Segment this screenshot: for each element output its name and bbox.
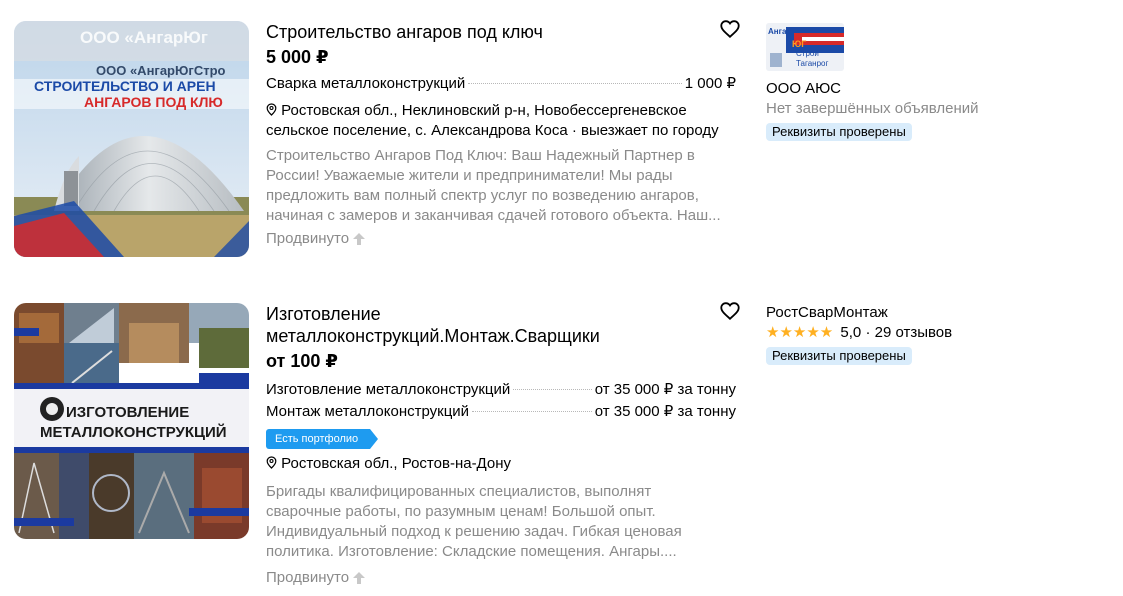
verified-badge: Реквизиты проверены xyxy=(766,347,912,365)
image-banner-2: АНГАРОВ ПОД КЛЮ xyxy=(84,94,223,110)
heart-icon xyxy=(720,302,740,321)
dotted-leader xyxy=(472,411,592,412)
logo-text-3: Строй xyxy=(796,49,819,58)
hangar-photo: ООО «АнгарЮг ООО «АнгарЮгСтро СТРОИТЕЛЬС… xyxy=(14,21,249,257)
service-price: 1 000 ₽ xyxy=(684,75,736,92)
service-row: Сварка металлоконструкций 1 000 ₽ xyxy=(266,73,736,95)
service-row: Изготовление металлоконструкций от 35 00… xyxy=(266,379,736,401)
promoted-text: Продвинуто xyxy=(266,569,350,586)
image-banner-1: ИЗГОТОВЛЕНИЕ xyxy=(66,404,189,421)
promoted-text: Продвинуто xyxy=(266,230,350,247)
listing-title[interactable]: Строительство ангаров под ключ xyxy=(266,21,736,43)
listing-body: Строительство ангаров под ключ 5 000 ₽ С… xyxy=(266,21,736,247)
listing-title[interactable]: Изготовление металлоконструкций.Монтаж.С… xyxy=(266,303,646,347)
service-name: Изготовление металлоконструкций xyxy=(266,381,511,398)
dotted-leader xyxy=(513,389,592,390)
favorite-button[interactable] xyxy=(719,18,741,40)
image-text-top: ООО «АнгарЮг xyxy=(80,28,208,47)
service-price: от 35 000 ₽ за тонну xyxy=(594,381,736,398)
service-name: Монтаж металлоконструкций xyxy=(266,403,470,420)
dotted-leader xyxy=(468,83,682,84)
seller-logo-image: Ангар ЮГ Строй Таганрог xyxy=(766,23,844,71)
seller-subtitle: Нет завершённых объявлений xyxy=(766,100,979,117)
listing-image[interactable]: ООО «АнгарЮг ООО «АнгарЮгСтро СТРОИТЕЛЬС… xyxy=(14,21,249,257)
location-pin-icon xyxy=(266,456,277,469)
logo-text-4: Таганрог xyxy=(796,59,828,68)
image-banner-2: МЕТАЛЛОКОНСТРУКЦИЙ xyxy=(40,423,227,441)
promoted-arrow-icon xyxy=(353,232,366,245)
location-text: Ростовская обл., Неклиновский р-н, Новоб… xyxy=(266,102,719,139)
logo-text-2: ЮГ xyxy=(792,39,806,49)
image-banner-1: СТРОИТЕЛЬСТВО И АРЕН xyxy=(34,78,216,94)
promoted-label: Продвинуто xyxy=(266,569,736,586)
verified-badge: Реквизиты проверены xyxy=(766,123,912,141)
listing-description: Бригады квалифицированных специалистов, … xyxy=(266,483,682,560)
listing-price: 5 000 ₽ xyxy=(266,47,329,67)
seller-rating[interactable]: ★★★★★ 5,0 · 29 отзывов xyxy=(766,323,1106,343)
location-text: Ростовская обл., Ростов-на-Дону xyxy=(281,455,512,472)
logo-text-1: Ангар xyxy=(768,27,791,36)
badge-wrap: Реквизиты проверены xyxy=(766,123,1106,141)
listing-location: Ростовская обл., Неклиновский р-н, Новоб… xyxy=(266,101,736,141)
metal-structures-collage: ИЗГОТОВЛЕНИЕ МЕТАЛЛОКОНСТРУКЦИЙ xyxy=(14,303,249,539)
service-name: Сварка металлоконструкций xyxy=(266,75,466,92)
service-row: Монтаж металлоконструкций от 35 000 ₽ за… xyxy=(266,401,736,423)
portfolio-wrap: Есть портфолио xyxy=(266,429,736,449)
seller-info: РостСварМонтаж ★★★★★ 5,0 · 29 отзывов Ре… xyxy=(766,303,1106,365)
promoted-arrow-icon xyxy=(353,571,366,584)
seller-logo[interactable]: Ангар ЮГ Строй Таганрог xyxy=(766,23,844,71)
listing-price: от 100 ₽ xyxy=(266,351,338,371)
location-pin-icon xyxy=(266,103,277,116)
seller-info: Ангар ЮГ Строй Таганрог ООО АЮС Нет заве… xyxy=(766,23,1106,141)
listing-body: Изготовление металлоконструкций.Монтаж.С… xyxy=(266,303,736,586)
seller-name[interactable]: ООО АЮС xyxy=(766,79,1106,99)
portfolio-badge[interactable]: Есть портфолио xyxy=(266,429,379,449)
image-text-sub: ООО «АнгарЮгСтро xyxy=(96,63,226,78)
service-price: от 35 000 ₽ за тонну xyxy=(594,403,736,420)
heart-icon xyxy=(720,20,740,39)
listing-location: Ростовская обл., Ростов-на-Дону xyxy=(266,454,736,474)
listing-image[interactable]: ИЗГОТОВЛЕНИЕ МЕТАЛЛОКОНСТРУКЦИЙ xyxy=(14,303,249,539)
star-icon: ★★★★★ xyxy=(766,324,834,341)
badge-wrap: Реквизиты проверены xyxy=(766,347,1106,365)
seller-name[interactable]: РостСварМонтаж xyxy=(766,303,1106,323)
listing-description: Строительство Ангаров Под Ключ: Ваш Наде… xyxy=(266,147,721,224)
rating-text: 5,0 · 29 отзывов xyxy=(840,324,953,341)
favorite-button[interactable] xyxy=(719,300,741,322)
promoted-label: Продвинуто xyxy=(266,230,736,247)
